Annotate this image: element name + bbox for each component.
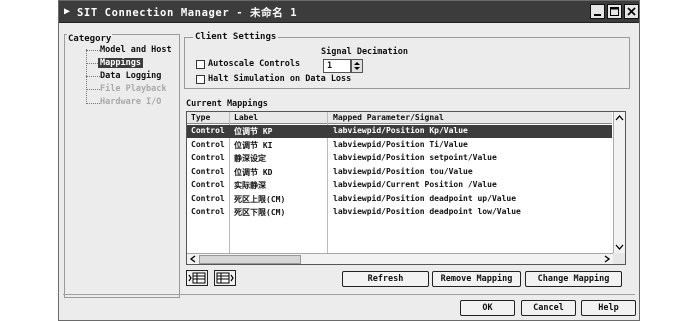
tree-connector <box>86 89 100 90</box>
horizontal-scrollbar[interactable] <box>187 253 613 264</box>
category-mappings[interactable]: Mappings <box>98 58 143 68</box>
cell-mapped: labviewpid/Position Kp/Value <box>333 126 468 135</box>
scroll-down-icon[interactable] <box>614 242 625 252</box>
signal-decimation-label: Signal Decimation <box>321 47 408 57</box>
cell-mapped: labviewpid/Position deadpoint up/Value <box>333 194 517 203</box>
cell-label: 实际静深 <box>234 181 266 190</box>
current-mappings-label: Current Mappings <box>186 99 268 109</box>
category-model-and-host[interactable]: Model and Host <box>100 45 172 55</box>
stepper-arrows-icon <box>354 62 360 70</box>
cell-label: 静深设定 <box>234 154 266 163</box>
cell-label: 位调节 KD <box>234 168 273 177</box>
table-row[interactable]: Control 位调节 KI labviewpid/Position Ti/Va… <box>187 139 612 152</box>
tree-connector <box>86 50 100 51</box>
app-icon: ▶ <box>64 6 71 17</box>
cell-mapped: labviewpid/Position tou/Value <box>333 167 473 176</box>
change-mapping-button[interactable]: Change Mapping <box>525 271 622 287</box>
table-row[interactable]: Control 静深设定 labviewpid/Position setpoin… <box>187 152 612 165</box>
cell-type: Control <box>191 207 225 216</box>
cell-label: 位调节 KI <box>234 141 273 150</box>
cell-mapped: labviewpid/Current Position /Value <box>333 180 497 189</box>
cell-label: 位调节 KP <box>234 127 273 136</box>
category-panel: Category Model and Host Mappings Data Lo… <box>64 34 180 298</box>
table-row[interactable]: Control 实际静深 labviewpid/Current Position… <box>187 179 612 192</box>
minimize-icon <box>594 14 601 16</box>
cell-type: Control <box>191 140 225 149</box>
ok-button[interactable]: OK <box>460 300 515 316</box>
divider <box>63 294 635 295</box>
category-data-logging[interactable]: Data Logging <box>100 71 161 81</box>
vertical-scrollbar[interactable] <box>613 112 625 253</box>
category-file-playback: File Playback <box>100 84 167 94</box>
close-icon <box>627 7 636 16</box>
autoscale-label: Autoscale Controls <box>208 59 301 69</box>
connection-manager-window: ▶ SIT Connection Manager - 未命名 1 Categor… <box>58 0 640 321</box>
tree-connector <box>86 103 100 104</box>
add-mapping-icon <box>188 272 206 284</box>
column-header-mapped[interactable]: Mapped Parameter/Signal <box>333 113 444 122</box>
scroll-right-icon[interactable] <box>602 254 612 264</box>
horizontal-scroll-thumb[interactable] <box>199 255 301 264</box>
cell-mapped: labviewpid/Position setpoint/Value <box>333 153 497 162</box>
cell-mapped: labviewpid/Position deadpoint low/Value <box>333 207 521 216</box>
client-settings-label: Client Settings <box>193 32 279 42</box>
category-hardware-io: Hardware I/O <box>100 97 162 107</box>
cell-type: Control <box>191 180 225 189</box>
signal-decimation-input[interactable]: 1 <box>323 59 351 73</box>
column-header-type[interactable]: Type <box>191 113 210 122</box>
window-title: SIT Connection Manager - 未命名 1 <box>77 7 298 19</box>
column-header-label[interactable]: Label <box>234 113 258 122</box>
scroll-up-icon[interactable] <box>614 113 625 123</box>
add-mapping-button[interactable] <box>186 270 208 286</box>
scroll-corner <box>613 253 625 264</box>
table-row[interactable]: Control 死区下限(CM) labviewpid/Position dea… <box>187 206 612 219</box>
halt-simulation-label: Halt Simulation on Data Loss <box>208 74 352 84</box>
maximize-icon <box>610 7 619 16</box>
maximize-button[interactable] <box>607 4 622 19</box>
cell-type: Control <box>191 126 225 135</box>
close-button[interactable] <box>624 4 639 19</box>
autoscale-checkbox[interactable] <box>196 60 205 69</box>
table-row[interactable]: Control 死区上限(CM) labviewpid/Position dea… <box>187 193 612 206</box>
refresh-button[interactable]: Refresh <box>342 271 429 287</box>
tree-connector <box>86 76 100 77</box>
title-bar: ▶ SIT Connection Manager - 未命名 1 <box>59 1 639 23</box>
mapping-list-icon <box>216 272 234 284</box>
signal-decimation-stepper[interactable] <box>351 59 363 73</box>
help-button[interactable]: Help <box>581 300 636 316</box>
cell-label: 死区上限(CM) <box>234 195 286 204</box>
remove-mapping-button[interactable]: Remove Mapping <box>432 271 521 287</box>
table-row[interactable]: Control 位调节 KD labviewpid/Position tou/V… <box>187 166 612 179</box>
mappings-table[interactable]: Type Label Mapped Parameter/Signal Contr… <box>186 111 626 265</box>
cell-mapped: labviewpid/Position Ti/Value <box>333 140 468 149</box>
cell-type: Control <box>191 167 225 176</box>
table-header: Type Label Mapped Parameter/Signal <box>187 112 612 124</box>
category-label: Category <box>67 34 113 44</box>
mapping-list-button[interactable] <box>214 270 236 286</box>
cancel-button[interactable]: Cancel <box>521 300 576 316</box>
cell-type: Control <box>191 194 225 203</box>
scroll-left-icon[interactable] <box>188 254 198 264</box>
cell-label: 死区下限(CM) <box>234 208 286 217</box>
halt-simulation-checkbox[interactable] <box>196 75 205 84</box>
table-row[interactable]: Control 位调节 KP labviewpid/Position Kp/Va… <box>187 125 612 138</box>
cell-type: Control <box>191 153 225 162</box>
minimize-button[interactable] <box>590 4 605 19</box>
